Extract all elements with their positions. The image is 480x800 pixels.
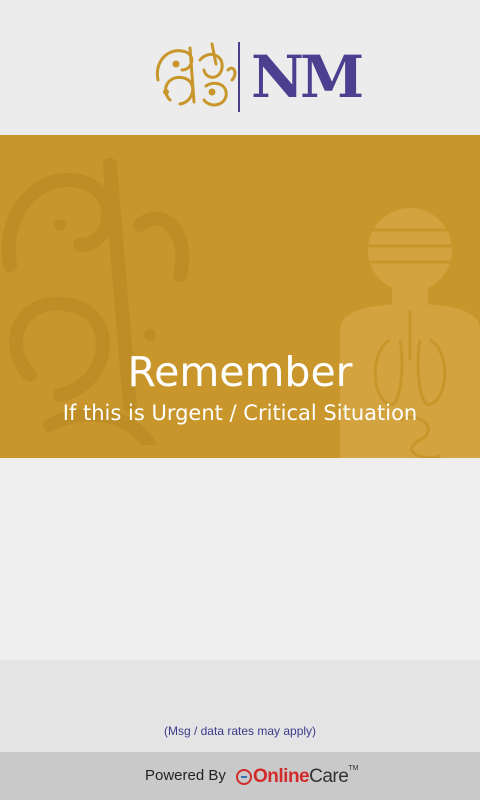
rates-note: (Msg / data rates may apply) [163,724,317,738]
trademark-mark: TM [348,765,359,772]
powered-by-footer: Powered By Online Care TM [0,752,480,800]
logo-divider [238,42,240,112]
globe-icon [236,769,252,785]
onlinecare-online-text: Online [253,766,310,787]
reminder-banner: Remember If this is Urgent / Critical Si… [0,135,480,458]
powered-by-label: Powered By [145,767,226,784]
content-area [0,458,480,660]
banner-title: Remember [127,348,353,396]
onlinecare-care-text: Care [309,766,349,787]
app-header: NM [0,0,480,135]
banner-subtitle: If this is Urgent / Critical Situation [62,401,418,425]
nm-monogram-logo: NM [251,43,364,111]
onlinecare-logo: Online Care TM [236,762,358,792]
